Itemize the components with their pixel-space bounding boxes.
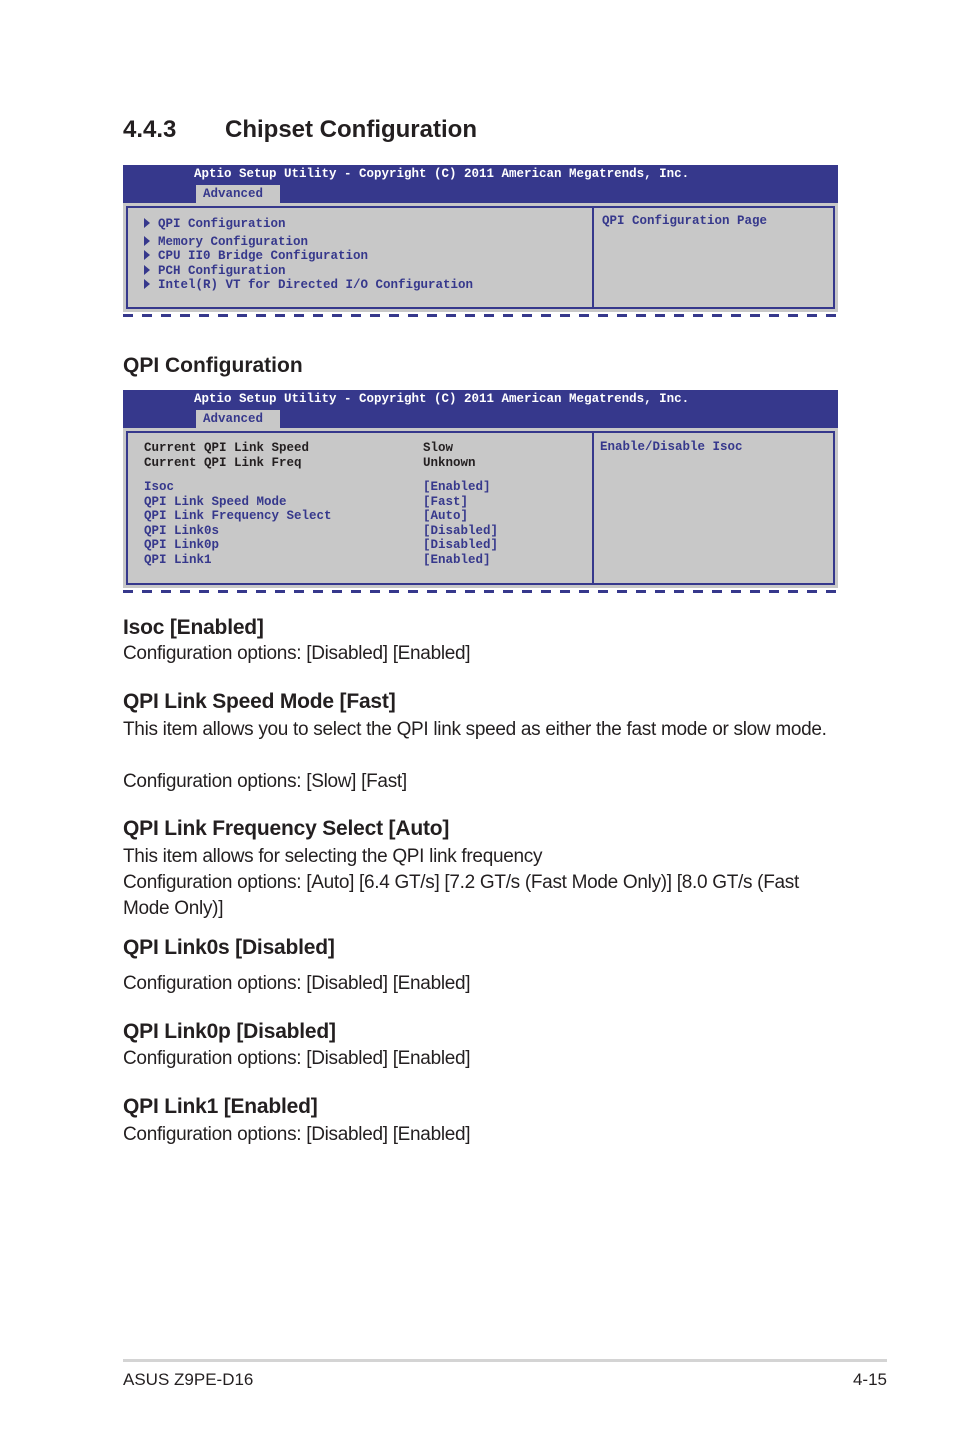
info-label: Current QPI Link Freq [144, 456, 302, 470]
section-heading: 4.4.3 Chipset Configuration [123, 116, 477, 144]
setting-qpi-link0p[interactable]: QPI Link0p [144, 538, 219, 552]
desc-text: Configuration options: [Disabled] [Enabl… [123, 973, 471, 994]
setting-qpi-link-speed-mode[interactable]: QPI Link Speed Mode [144, 495, 287, 509]
submenu-arrow-icon [144, 250, 150, 260]
info-value: Slow [423, 441, 454, 455]
desc-title-frequency: QPI Link Frequency Select [Auto] [123, 817, 450, 840]
setting-qpi-link0p-value[interactable]: [Disabled] [423, 538, 498, 552]
submenu-arrow-icon [144, 236, 150, 246]
desc-title-link0s: QPI Link0s [Disabled] [123, 936, 335, 959]
page-number: 4-15 [852, 1370, 887, 1389]
submenu-arrow-icon [144, 279, 150, 289]
submenu-arrow-icon [144, 265, 150, 275]
tab-advanced[interactable]: Advanced [196, 410, 280, 428]
setting-isoc[interactable]: Isoc [144, 480, 174, 494]
menu-item-pch[interactable]: PCH Configuration [144, 264, 286, 278]
menu-item-qpi[interactable]: QPI Configuration [144, 217, 286, 231]
bios-title: Aptio Setup Utility - Copyright (C) 2011… [194, 392, 690, 406]
bios-title: Aptio Setup Utility - Copyright (C) 2011… [194, 167, 690, 181]
desc-title-link1: QPI Link1 [Enabled] [123, 1095, 318, 1118]
setting-isoc-value[interactable]: [Enabled] [423, 480, 491, 494]
desc-text: Configuration options: [Slow] [Fast] [123, 771, 407, 792]
desc-text: Configuration options: [Auto] [6.4 GT/s]… [123, 872, 799, 919]
divider [123, 590, 838, 593]
bios-settings-panel: Current QPI Link Speed Slow Current QPI … [128, 433, 594, 583]
section-number: 4.4.3 [123, 116, 177, 143]
desc-text: This item allows you to select the QPI l… [123, 719, 827, 740]
help-text: QPI Configuration Page [602, 214, 768, 228]
desc-text: This item allows for selecting the QPI l… [123, 846, 543, 867]
footer-product: ASUS Z9PE-D16 [123, 1370, 254, 1389]
info-value: Unknown [423, 456, 476, 470]
tab-advanced[interactable]: Advanced [196, 185, 280, 203]
bios-menu-panel: QPI Configuration Memory Configuration C… [128, 208, 594, 307]
setting-qpi-link-speed-mode-value[interactable]: [Fast] [423, 495, 468, 509]
desc-text: Configuration options: [Disabled] [Enabl… [123, 1048, 471, 1069]
footer-rule [123, 1359, 887, 1362]
help-text: Enable/Disable Isoc [600, 440, 743, 454]
divider [123, 314, 838, 317]
submenu-arrow-icon [144, 218, 150, 228]
menu-item-cpu-iio[interactable]: CPU II0 Bridge Configuration [144, 249, 368, 263]
subsection-title: QPI Configuration [123, 354, 303, 377]
setting-qpi-link-frequency-value[interactable]: [Auto] [423, 509, 468, 523]
setting-qpi-link1[interactable]: QPI Link1 [144, 553, 212, 567]
desc-title-speed-mode: QPI Link Speed Mode [Fast] [123, 690, 396, 713]
bios-title-bar: Aptio Setup Utility - Copyright (C) 2011… [123, 165, 838, 203]
desc-title-isoc: Isoc [Enabled] [123, 616, 264, 639]
bios-title-bar: Aptio Setup Utility - Copyright (C) 2011… [123, 390, 838, 428]
menu-item-vtd[interactable]: Intel(R) VT for Directed I/O Configurati… [144, 278, 473, 292]
info-label: Current QPI Link Speed [144, 441, 310, 455]
bios-screen-chipset: Aptio Setup Utility - Copyright (C) 2011… [123, 165, 838, 317]
setting-qpi-link1-value[interactable]: [Enabled] [423, 553, 491, 567]
desc-title-link0p: QPI Link0p [Disabled] [123, 1020, 336, 1043]
bios-screen-qpi: Aptio Setup Utility - Copyright (C) 2011… [123, 390, 838, 593]
setting-qpi-link0s-value[interactable]: [Disabled] [423, 524, 498, 538]
desc-text: Configuration options: [Disabled] [Enabl… [123, 1124, 471, 1145]
section-title: Chipset Configuration [225, 116, 477, 143]
desc-text: Configuration options: [Disabled] [Enabl… [123, 643, 471, 664]
setting-qpi-link-frequency[interactable]: QPI Link Frequency Select [144, 509, 332, 523]
menu-item-memory[interactable]: Memory Configuration [144, 235, 308, 249]
setting-qpi-link0s[interactable]: QPI Link0s [144, 524, 219, 538]
